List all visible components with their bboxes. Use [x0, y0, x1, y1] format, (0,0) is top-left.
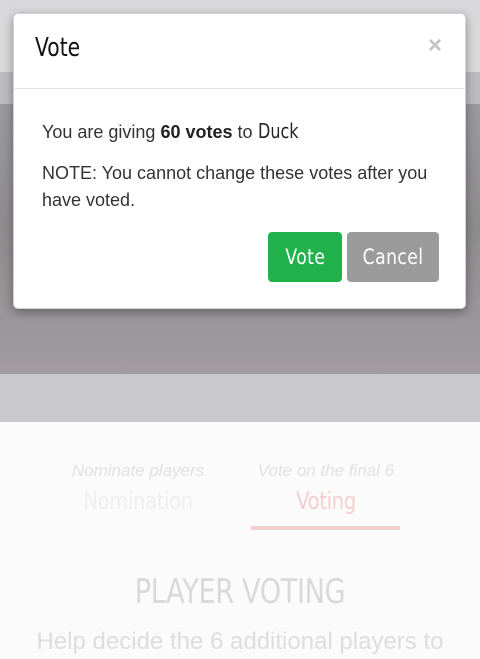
active-tab-underline: [251, 526, 400, 530]
vote-summary-prefix: You are giving: [42, 122, 161, 142]
modal-header: Vote ×: [14, 14, 465, 89]
tab-nomination-title: Nomination: [83, 487, 193, 515]
vote-count: 60 votes: [160, 122, 233, 142]
vote-button-label: Vote: [285, 245, 325, 269]
hero-band: [0, 374, 480, 422]
vote-button[interactable]: Vote: [268, 232, 342, 282]
tab-voting[interactable]: Vote on the final 6 Voting: [236, 458, 416, 518]
close-icon[interactable]: ×: [425, 34, 445, 58]
vote-summary-mid: to: [232, 122, 258, 142]
tab-voting-subtitle: Vote on the final 6: [257, 461, 395, 480]
page-title: PLAYER VOTING: [134, 572, 346, 612]
vote-modal: Vote × You are giving 60 votes to Duck N…: [13, 13, 466, 309]
modal-title: Vote: [35, 33, 81, 63]
tab-nomination-subtitle: Nominate players: [71, 461, 205, 480]
tab-voting-title: Voting: [296, 487, 356, 515]
cancel-button-label: Cancel: [362, 245, 424, 269]
page-subtitle: Help decide the 6 additional players to: [36, 628, 444, 655]
vote-summary: You are giving 60 votes to Duck: [42, 118, 442, 146]
player-name: Duck: [257, 119, 299, 143]
vote-note: NOTE: You cannot change these votes afte…: [42, 163, 428, 210]
tab-nomination[interactable]: Nominate players Nomination: [48, 458, 228, 518]
cancel-button[interactable]: Cancel: [347, 232, 439, 282]
modal-body: You are giving 60 votes to Duck NOTE: Yo…: [42, 118, 442, 214]
